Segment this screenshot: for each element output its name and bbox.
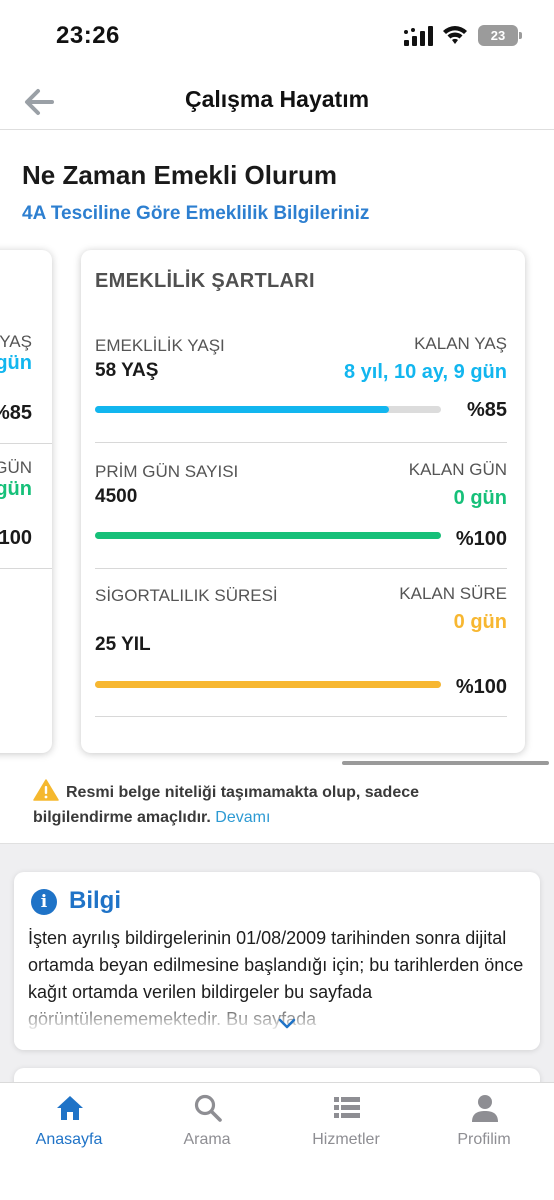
list-icon [334, 1097, 360, 1118]
requirement-label: SİGORTALILIK SÜRESİ [95, 586, 278, 605]
home-icon [57, 1096, 83, 1120]
remaining-value: 0 gün [453, 487, 507, 509]
prev-label: GÜN [0, 458, 32, 477]
progress-percent: %100 [455, 676, 507, 698]
status-bar: 23:26 23 [0, 0, 554, 74]
requirement-value: 58 YAŞ [95, 360, 159, 381]
progress-fill [95, 406, 390, 413]
tab-bar: Anasayfa Arama Hizmetler Profilim [0, 1082, 554, 1200]
requirement-insurance-duration: SİGORTALILIK SÜRESİ 25 YIL KALAN SÜRE 0 … [95, 584, 507, 724]
card-heading: EMEKLİLİK ŞARTLARI [95, 270, 315, 292]
prev-percent: %85 [0, 402, 32, 424]
battery-icon: 23 [478, 25, 522, 46]
tab-profile[interactable]: Profilim [415, 1083, 553, 1163]
battery-level: 23 [490, 28, 506, 43]
prev-value: gün [0, 352, 32, 374]
prev-item: GÜN gün [0, 458, 32, 501]
progress-percent: %100 [455, 528, 507, 550]
nav-bar: Çalışma Hayatım [0, 74, 554, 130]
requirement-age: EMEKLİLİK YAŞI 58 YAŞ KALAN YAŞ 8 yıl, 1… [95, 334, 507, 444]
tab-label: Profilim [457, 1131, 511, 1148]
requirement-value: 4500 [95, 486, 138, 507]
requirement-value: 25 YIL [95, 634, 151, 655]
progress-fill [95, 532, 441, 539]
prev-label: YAŞ [0, 332, 32, 351]
page-subtitle: 4A Tesciline Göre Emeklilik Bilgileriniz [22, 203, 370, 224]
user-icon [472, 1095, 498, 1122]
previous-card[interactable]: YAŞ gün %85 GÜN gün %100 [0, 250, 52, 753]
remaining-value: 8 yıl, 10 ay, 9 gün [343, 361, 507, 383]
signal-icon [404, 26, 433, 46]
nav-title: Çalışma Hayatım [184, 86, 370, 112]
progress-track [95, 406, 441, 413]
progress-track [95, 681, 441, 688]
wifi-icon [443, 26, 467, 44]
tab-home[interactable]: Anasayfa [0, 1083, 138, 1163]
prev-value: gün [0, 478, 32, 500]
retirement-requirements-card[interactable]: EMEKLİLİK ŞARTLARI EMEKLİLİK YAŞI 58 YAŞ… [81, 250, 525, 753]
prev-percent: %100 [0, 527, 32, 549]
tab-label: Anasayfa [35, 1131, 103, 1148]
tab-label: Hizmetler [312, 1131, 380, 1148]
info-icon: i [31, 889, 57, 915]
tab-services[interactable]: Hizmetler [277, 1083, 415, 1163]
progress-track [95, 532, 441, 539]
progress-fill [95, 681, 441, 688]
tab-search[interactable]: Arama [138, 1083, 276, 1163]
requirement-label: EMEKLİLİK YAŞI [95, 336, 225, 355]
info-title: Bilgi [69, 887, 121, 914]
read-more-link[interactable]: Devamı [215, 809, 270, 826]
carousel-scroll-indicator[interactable] [342, 761, 549, 765]
chevron-down-icon[interactable] [277, 1017, 297, 1031]
remaining-value: 0 gün [453, 611, 507, 633]
progress-percent: %85 [466, 399, 507, 421]
info-card[interactable]: i Bilgi İşten ayrılış bildirgelerinin 01… [14, 872, 540, 1050]
requirement-label: PRİM GÜN SAYISI [95, 462, 239, 481]
disclaimer: Resmi belge niteliği taşımamakta olup, s… [33, 780, 523, 830]
page-title: Ne Zaman Emekli Olurum [22, 160, 337, 190]
prev-item: YAŞ gün [0, 332, 32, 375]
remaining-label: KALAN YAŞ [414, 334, 507, 353]
status-time: 23:26 [56, 22, 120, 49]
remaining-label: KALAN GÜN [408, 460, 507, 479]
requirement-premium-days: PRİM GÜN SAYISI 4500 KALAN GÜN 0 gün %10… [95, 460, 507, 570]
remaining-label: KALAN SÜRE [399, 584, 507, 603]
tab-label: Arama [183, 1131, 231, 1148]
search-icon [194, 1094, 222, 1122]
